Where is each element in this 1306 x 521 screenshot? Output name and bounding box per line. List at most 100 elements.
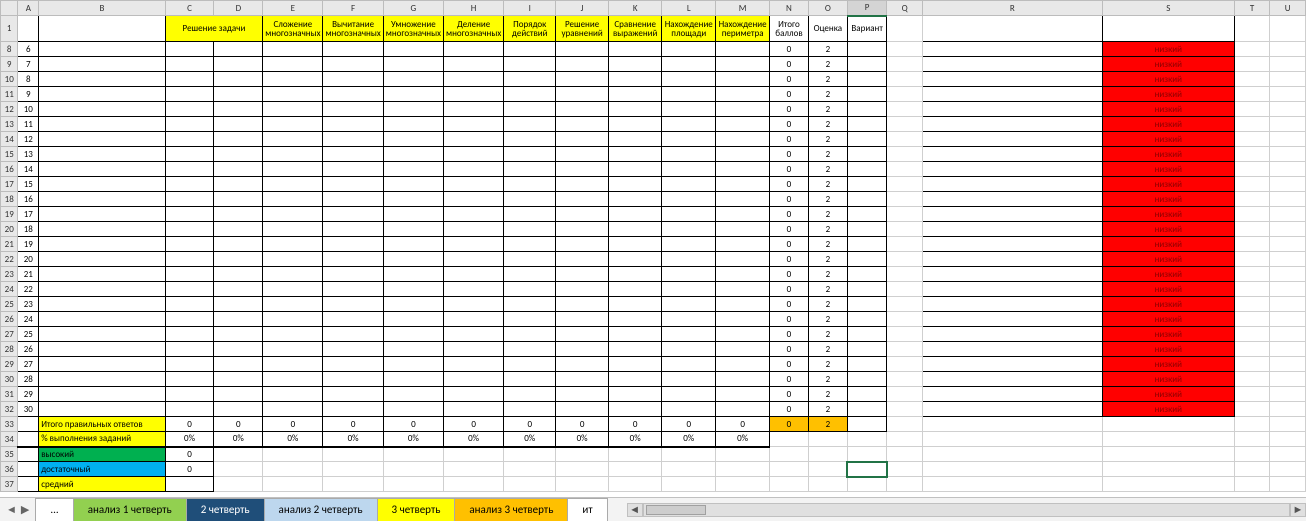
col-header-N[interactable]: N [770, 1, 809, 16]
col-header-J[interactable]: J [556, 1, 609, 16]
cell-level[interactable]: низкий [1102, 312, 1234, 327]
cell-R[interactable] [922, 192, 1102, 207]
cell-level[interactable]: низкий [1102, 342, 1234, 357]
cell-E[interactable] [263, 327, 323, 342]
cell-variant[interactable] [847, 87, 886, 102]
cell-id[interactable]: 12 [18, 132, 39, 147]
hdr-perimeter[interactable]: Нахождение периметра [716, 16, 770, 42]
cell-G[interactable] [383, 192, 443, 207]
cell-J[interactable] [556, 237, 609, 252]
cell-L[interactable] [662, 237, 716, 252]
cell-level[interactable]: низкий [1102, 222, 1234, 237]
cell-K[interactable] [609, 42, 662, 57]
cell-H[interactable] [443, 102, 503, 117]
cell-variant[interactable] [847, 147, 886, 162]
cell-K[interactable] [609, 357, 662, 372]
cell-I[interactable] [504, 57, 556, 72]
cell-L[interactable] [662, 147, 716, 162]
cell-E[interactable] [263, 222, 323, 237]
cell-total[interactable]: 0 [770, 162, 809, 177]
cell-name[interactable] [39, 357, 165, 372]
cell-name[interactable] [39, 117, 165, 132]
cell-G[interactable] [383, 267, 443, 282]
row-header-28[interactable]: 28 [1, 342, 18, 357]
cell-id[interactable]: 17 [18, 207, 39, 222]
cell-M[interactable] [716, 267, 770, 282]
active-cell[interactable] [847, 462, 886, 477]
row-header-37[interactable]: 37 [1, 477, 18, 492]
pct-h[interactable]: 0% [443, 432, 503, 447]
cell-R[interactable] [922, 147, 1102, 162]
cell-H[interactable] [443, 147, 503, 162]
cell-H[interactable] [443, 342, 503, 357]
cell-total[interactable]: 0 [770, 42, 809, 57]
cell-L[interactable] [662, 177, 716, 192]
horizontal-scrollbar[interactable]: ◄ ► [627, 498, 1306, 521]
cell-K[interactable] [609, 297, 662, 312]
cell-name[interactable] [39, 312, 165, 327]
cell-E[interactable] [263, 267, 323, 282]
cell-F[interactable] [323, 162, 383, 177]
cell-R[interactable] [922, 102, 1102, 117]
cell-name[interactable] [39, 387, 165, 402]
cell-name[interactable] [39, 162, 165, 177]
cell-M[interactable] [716, 162, 770, 177]
row-header-19[interactable]: 19 [1, 207, 18, 222]
cell-G[interactable] [383, 357, 443, 372]
cell-M[interactable] [716, 72, 770, 87]
hdr-mul[interactable]: Умножение многозначных [383, 16, 443, 42]
cell-total[interactable]: 0 [770, 222, 809, 237]
tab-nav-prev-icon[interactable]: ▶ [21, 503, 29, 516]
cell-H[interactable] [443, 312, 503, 327]
cell-R[interactable] [922, 297, 1102, 312]
cell-H[interactable] [443, 387, 503, 402]
cell-total[interactable]: 0 [770, 132, 809, 147]
cell-H[interactable] [443, 267, 503, 282]
cell-J[interactable] [556, 192, 609, 207]
cell-K[interactable] [609, 372, 662, 387]
cell-L[interactable] [662, 222, 716, 237]
cell-H[interactable] [443, 372, 503, 387]
cell-R[interactable] [922, 402, 1102, 417]
cell-id[interactable]: 15 [18, 177, 39, 192]
cell-grade[interactable]: 2 [808, 117, 847, 132]
cell-M[interactable] [716, 117, 770, 132]
cell-C[interactable] [165, 342, 214, 357]
cell-C[interactable] [165, 267, 214, 282]
hdr-total[interactable]: Итого баллов [770, 16, 809, 42]
cell-grade[interactable]: 2 [808, 162, 847, 177]
cell-K[interactable] [609, 117, 662, 132]
tab-analysis-q2[interactable]: анализ 2 четверть [264, 498, 378, 521]
cell-H[interactable] [443, 117, 503, 132]
cell-J[interactable] [556, 42, 609, 57]
cell-level[interactable]: низкий [1102, 147, 1234, 162]
cell-J[interactable] [556, 177, 609, 192]
row-header-21[interactable]: 21 [1, 237, 18, 252]
cell-F[interactable] [323, 267, 383, 282]
row-header-12[interactable]: 12 [1, 102, 18, 117]
row-header-10[interactable]: 10 [1, 72, 18, 87]
cell-total[interactable]: 0 [770, 87, 809, 102]
cell-M[interactable] [716, 297, 770, 312]
cell-K[interactable] [609, 162, 662, 177]
cell-E[interactable] [263, 237, 323, 252]
cell-C[interactable] [165, 87, 214, 102]
cell-E[interactable] [263, 102, 323, 117]
col-header-S[interactable]: S [1102, 1, 1234, 16]
cell-D[interactable] [214, 297, 263, 312]
cell-F[interactable] [323, 42, 383, 57]
cell-E[interactable] [263, 147, 323, 162]
cell-D[interactable] [214, 132, 263, 147]
cell-J[interactable] [556, 207, 609, 222]
cell-E[interactable] [263, 132, 323, 147]
cell-E[interactable] [263, 117, 323, 132]
cell-G[interactable] [383, 42, 443, 57]
cell-C[interactable] [165, 72, 214, 87]
cell-I[interactable] [504, 297, 556, 312]
scroll-thumb[interactable] [646, 505, 706, 515]
cell-E[interactable] [263, 252, 323, 267]
row-header-17[interactable]: 17 [1, 177, 18, 192]
cell-D[interactable] [214, 357, 263, 372]
cell-J[interactable] [556, 87, 609, 102]
tab-nav-first-icon[interactable]: ◄ [6, 503, 17, 516]
